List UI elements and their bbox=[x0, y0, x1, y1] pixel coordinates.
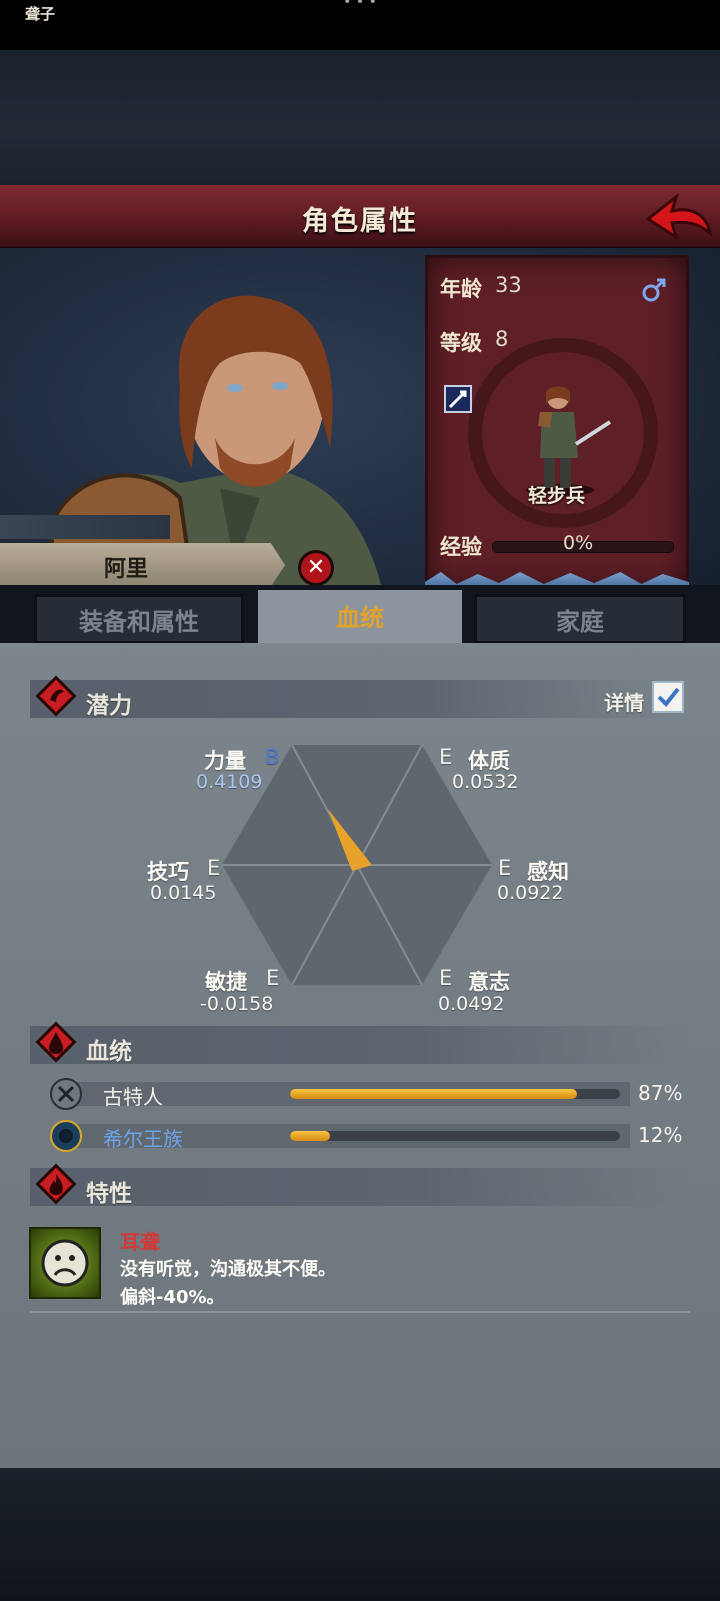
age-label: 年龄 bbox=[440, 277, 482, 301]
tab-lineage[interactable]: 血统 bbox=[258, 590, 462, 648]
lineage-bar bbox=[290, 1131, 620, 1141]
royal-crest-icon bbox=[50, 1120, 82, 1152]
stat-agility-grade: E bbox=[266, 966, 280, 990]
lineage-name: 希尔王族 bbox=[103, 1127, 183, 1151]
flame-icon bbox=[35, 1163, 77, 1205]
stat-constitution-value: 0.0532 bbox=[452, 771, 519, 793]
potential-title: 潜力 bbox=[86, 693, 132, 719]
close-icon: ✕ bbox=[306, 555, 326, 580]
lineage-name: 古特人 bbox=[103, 1085, 163, 1109]
stat-perception-value: 0.0922 bbox=[497, 882, 564, 904]
lineage-bar bbox=[290, 1089, 620, 1099]
potential-icon bbox=[35, 675, 77, 717]
stat-perception-grade: E bbox=[498, 856, 512, 880]
light-infantry-figure bbox=[526, 386, 612, 496]
stat-agility-value: -0.0158 bbox=[200, 993, 274, 1015]
trait-description: 没有听觉，沟通极其不便。 bbox=[120, 1259, 336, 1280]
tab-family[interactable]: 家庭 bbox=[474, 594, 686, 644]
backdrop bbox=[0, 50, 720, 185]
stat-skill-value: 0.0145 bbox=[150, 882, 217, 904]
crest-glyph bbox=[59, 1129, 73, 1143]
level-label: 等级 bbox=[440, 331, 482, 355]
level-value: 8 bbox=[495, 327, 509, 351]
blood-drop-icon bbox=[35, 1021, 77, 1063]
age-value: 33 bbox=[495, 273, 522, 297]
divider bbox=[30, 1311, 690, 1313]
dismiss-button[interactable]: ✕ bbox=[298, 550, 334, 586]
stat-will-grade: E bbox=[439, 966, 453, 990]
sword-glyph bbox=[448, 390, 467, 409]
stat-strength-grade: B bbox=[265, 745, 280, 769]
axes-glyph bbox=[57, 1085, 75, 1103]
back-arrow-icon[interactable] bbox=[642, 189, 714, 243]
xp-value: 0% bbox=[563, 532, 594, 554]
lineage-percent: 87% bbox=[638, 1081, 683, 1105]
checkmark-icon bbox=[657, 687, 680, 707]
details-label: 详情 bbox=[604, 691, 644, 715]
status-glyph: • • • bbox=[343, 0, 377, 10]
tab-equipment[interactable]: 装备和属性 bbox=[34, 594, 244, 644]
details-checkbox[interactable] bbox=[652, 681, 684, 713]
stat-skill-grade: E bbox=[207, 856, 221, 880]
header-banner: 角色属性 bbox=[0, 185, 720, 250]
male-gender-icon bbox=[642, 278, 666, 302]
sad-face-icon[interactable] bbox=[29, 1227, 101, 1299]
unit-type: 轻步兵 bbox=[528, 485, 586, 507]
status-bar: • • • bbox=[0, 0, 720, 50]
xp-label: 经验 bbox=[440, 535, 482, 559]
sad-face-glyph bbox=[41, 1239, 89, 1287]
bottom-backdrop bbox=[0, 1468, 720, 1601]
stat-agility-name: 敏捷 bbox=[205, 970, 247, 994]
trait-name: 耳聋 bbox=[120, 1230, 160, 1254]
stat-strength-value: 0.4109 bbox=[196, 771, 263, 793]
lineage-percent: 12% bbox=[638, 1123, 683, 1147]
title-tag bbox=[0, 515, 170, 539]
traits-title: 特性 bbox=[86, 1181, 132, 1207]
crossed-axes-icon bbox=[50, 1078, 82, 1110]
lineage-title: 血统 bbox=[86, 1039, 132, 1065]
lineage-bar-fill bbox=[290, 1131, 330, 1141]
stat-will-value: 0.0492 bbox=[438, 993, 505, 1015]
trait-effect: 偏斜-40%。 bbox=[120, 1287, 225, 1308]
lineage-bar-fill bbox=[290, 1089, 578, 1099]
title-tag-label: 聋子 bbox=[25, 5, 56, 23]
character-name: 阿里 bbox=[104, 557, 149, 582]
page-title: 角色属性 bbox=[302, 206, 418, 237]
stat-will-name: 意志 bbox=[468, 970, 510, 994]
stat-constitution-grade: E bbox=[439, 745, 453, 769]
sword-icon[interactable] bbox=[444, 385, 472, 413]
